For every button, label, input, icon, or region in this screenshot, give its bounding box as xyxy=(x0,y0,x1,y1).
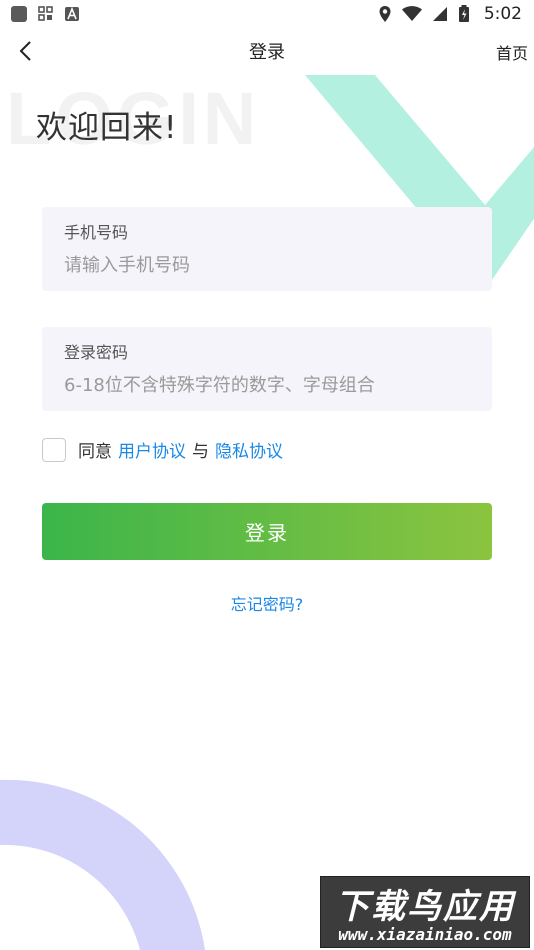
agreement-prefix: 同意 xyxy=(78,442,112,462)
signal-icon xyxy=(432,7,447,21)
status-bar: 5:02 xyxy=(0,0,534,28)
password-label: 登录密码 xyxy=(64,343,129,362)
header: 登录 首页 xyxy=(0,30,534,72)
privacy-policy-link[interactable]: 隐私协议 xyxy=(215,437,283,462)
status-right-icons: 5:02 xyxy=(378,4,522,24)
password-field: 登录密码 xyxy=(42,327,492,411)
phone-input[interactable] xyxy=(64,251,464,279)
page-title: 登录 xyxy=(249,42,285,63)
phone-label: 手机号码 xyxy=(64,223,129,242)
qr-grid-icon xyxy=(38,6,53,21)
agreement-checkbox[interactable] xyxy=(42,437,66,462)
agreement-separator: 与 xyxy=(192,442,209,462)
watermark-title: 下载鸟应用 xyxy=(335,887,515,927)
status-left-icons xyxy=(10,5,80,23)
a-badge-icon xyxy=(65,6,79,21)
status-time: 5:02 xyxy=(483,4,522,24)
welcome-heading: 欢迎回来! xyxy=(36,110,178,146)
login-button[interactable]: 登录 xyxy=(42,503,492,560)
battery-icon xyxy=(458,5,469,22)
site-watermark-logo: 下载鸟应用 www.xiazainiao.com xyxy=(320,876,530,948)
home-link[interactable]: 首页 xyxy=(496,40,528,64)
user-agreement-link[interactable]: 用户协议 xyxy=(118,437,186,462)
wifi-icon xyxy=(401,6,422,21)
app-square-icon xyxy=(11,6,27,22)
forgot-password-link[interactable]: 忘记密码? xyxy=(0,591,534,615)
location-icon xyxy=(379,6,391,22)
phone-field: 手机号码 xyxy=(42,207,492,291)
decorative-arc-shape xyxy=(0,779,205,950)
agreement-row: 同意 用户协议 与 隐私协议 xyxy=(42,437,283,462)
password-input[interactable] xyxy=(64,371,464,399)
watermark-url: www.xiazainiao.com xyxy=(338,925,512,944)
